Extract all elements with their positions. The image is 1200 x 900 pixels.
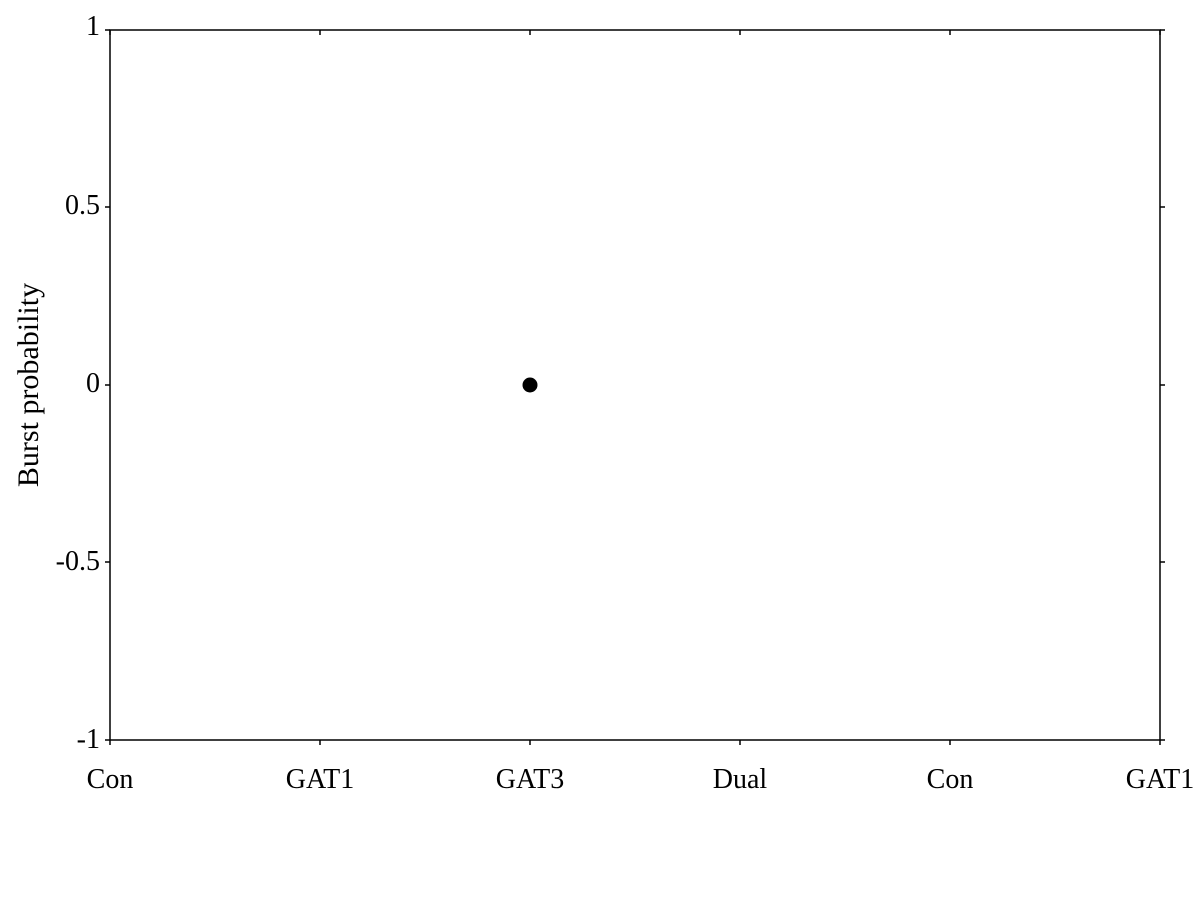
y-axis-label: Burst probability [12,283,45,487]
plot-area [110,30,1160,740]
y-label-1: 1 [86,11,100,42]
x-label-gat3: GAT3 [496,764,564,795]
y-label-n1: -1 [77,724,100,755]
data-point-gat3 [523,378,537,392]
x-label-dual: Dual [713,764,768,795]
y-label-0: 0 [86,368,100,399]
chart-container: 1 0.5 0 -0.5 -1 Con [0,0,1200,900]
y-label-n05: -0.5 [56,546,100,577]
x-label-gat1-1: GAT1 [286,764,354,795]
x-label-gat1-2: GAT1 [1126,764,1194,795]
x-label-con2: Con [927,764,974,795]
x-label-con1: Con [87,764,134,795]
y-label-05: 0.5 [65,190,100,221]
